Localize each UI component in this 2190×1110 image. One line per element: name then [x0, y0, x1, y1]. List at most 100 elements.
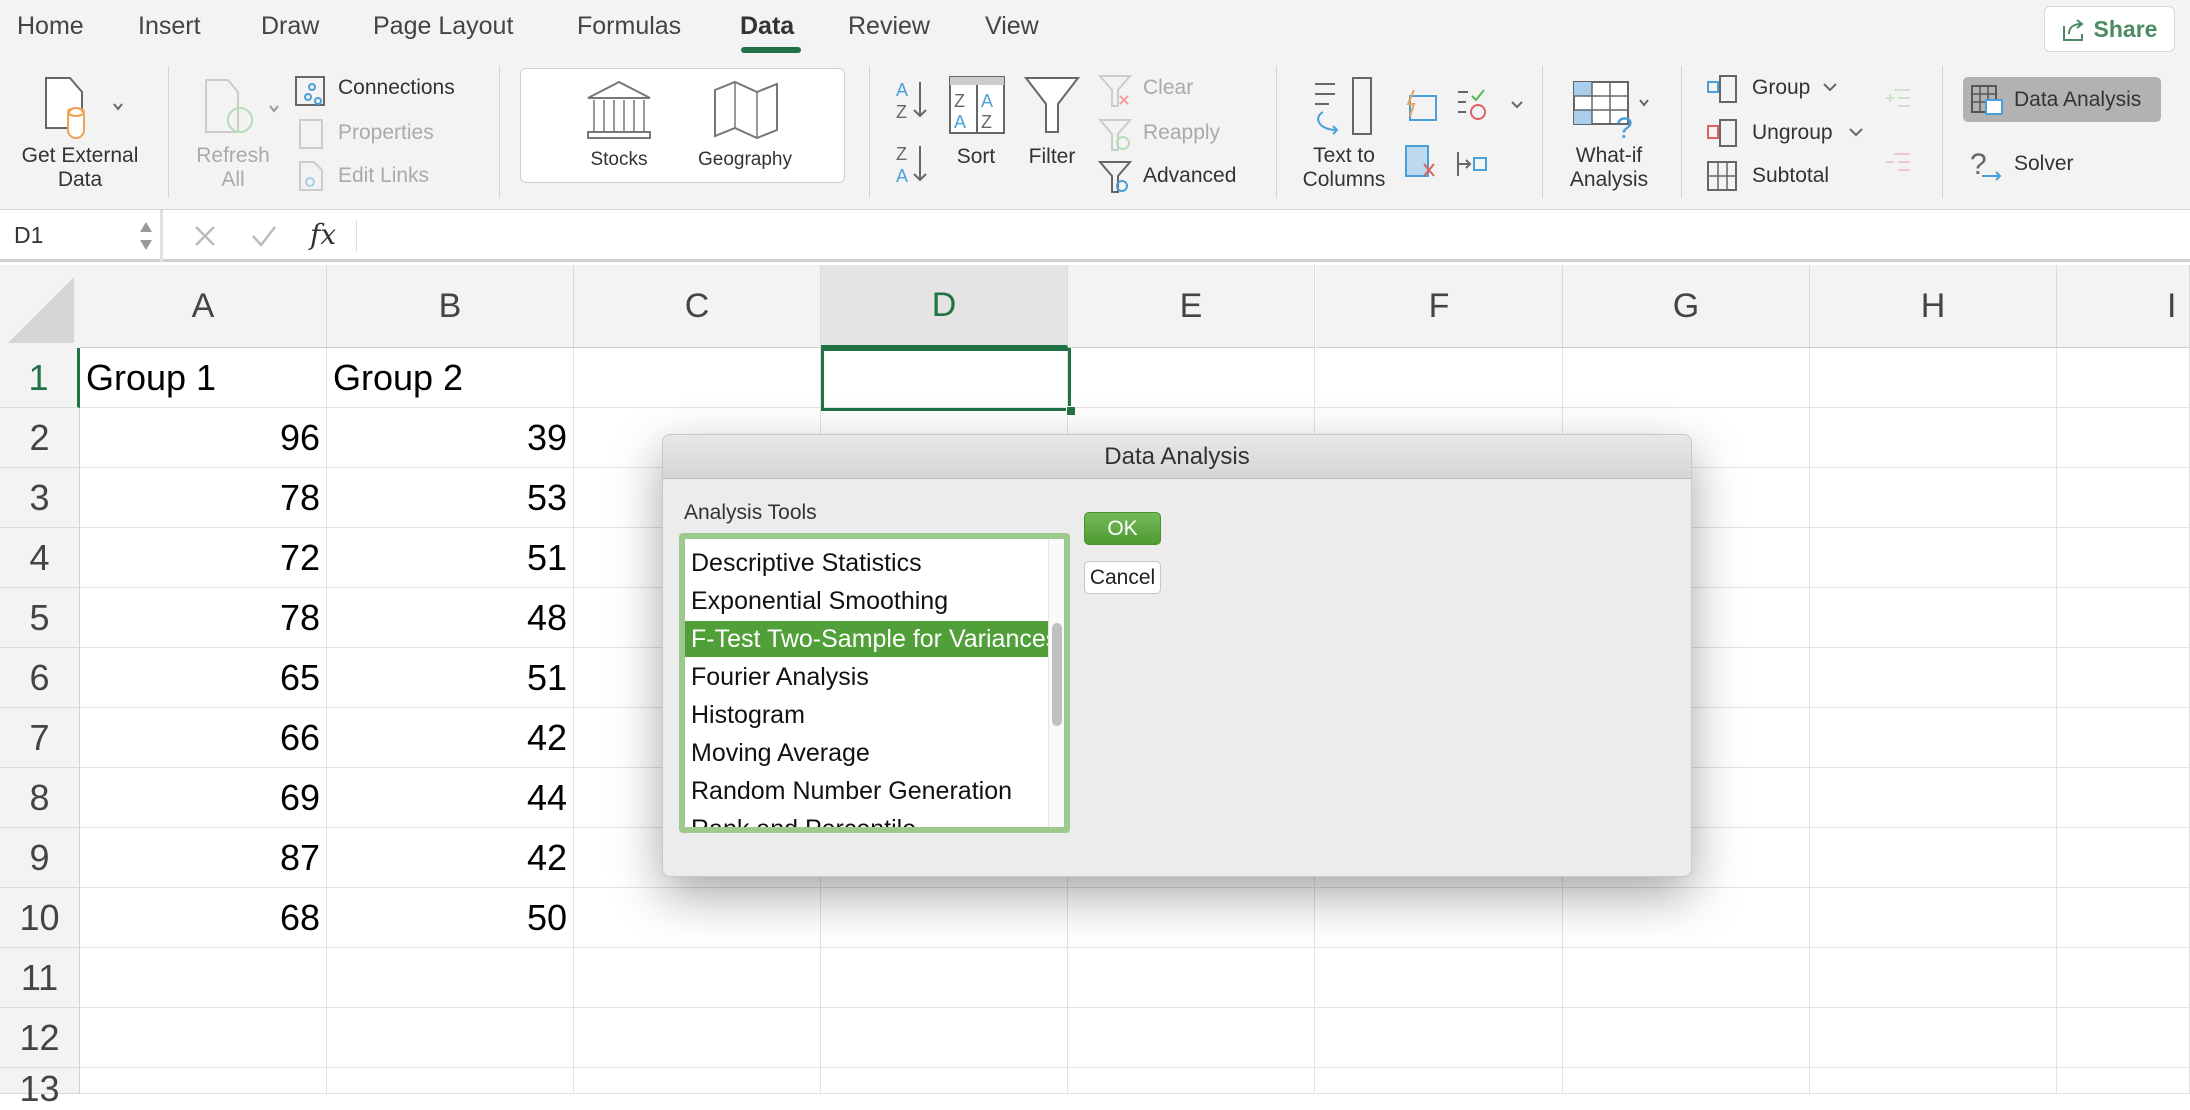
cell-C1[interactable] — [574, 348, 821, 408]
column-header-H[interactable]: H — [1810, 265, 2057, 348]
row-header[interactable]: 8 — [0, 768, 80, 828]
cell-B7[interactable]: 42 — [327, 708, 574, 768]
sort-button[interactable]: Sort — [957, 145, 996, 169]
cell-B5[interactable]: 48 — [327, 588, 574, 648]
analysis-tool-item[interactable]: Moving Average — [685, 735, 1054, 771]
cell-A4[interactable]: 72 — [80, 528, 327, 588]
column-header-C[interactable]: C — [574, 265, 821, 348]
cancel-edit-icon[interactable] — [193, 224, 217, 248]
cell-A7[interactable]: 66 — [80, 708, 327, 768]
row-header[interactable]: 4 — [0, 528, 80, 588]
column-header-I[interactable]: I — [2057, 265, 2190, 348]
select-all-button[interactable] — [0, 265, 80, 348]
remove-duplicates-icon[interactable] — [1404, 144, 1438, 180]
analysis-tool-item[interactable]: F-Test Two-Sample for Variances — [685, 621, 1058, 657]
cell-H6[interactable] — [1810, 648, 2057, 708]
cell-I7[interactable] — [2057, 708, 2190, 768]
cell-D13[interactable] — [821, 1068, 1068, 1094]
analysis-tool-item[interactable]: Exponential Smoothing — [685, 583, 1054, 619]
cell-H7[interactable] — [1810, 708, 2057, 768]
cell-H5[interactable] — [1810, 588, 2057, 648]
column-header-F[interactable]: F — [1316, 265, 1563, 348]
cell-F13[interactable] — [1316, 1068, 1563, 1094]
cell-A9[interactable]: 87 — [80, 828, 327, 888]
cell-E10[interactable] — [1068, 888, 1315, 948]
cell-H10[interactable] — [1810, 888, 2057, 948]
cell-A13[interactable] — [80, 1068, 327, 1094]
row-header[interactable]: 2 — [0, 408, 80, 468]
cell-B10[interactable]: 50 — [327, 888, 574, 948]
cell-I11[interactable] — [2057, 948, 2190, 1008]
sort-descending-icon[interactable]: ZA — [894, 142, 930, 186]
data-validation-icon[interactable] — [1456, 88, 1526, 124]
cell-E13[interactable] — [1068, 1068, 1315, 1094]
cell-I6[interactable] — [2057, 648, 2190, 708]
filter-button[interactable]: Filter — [1029, 145, 1076, 169]
group-button[interactable]: Group — [1752, 76, 1810, 100]
row-header[interactable]: 9 — [0, 828, 80, 888]
show-detail-icon[interactable] — [1884, 88, 1912, 112]
analysis-tool-item[interactable]: Random Number Generation — [685, 773, 1054, 809]
properties-button[interactable]: Properties — [338, 121, 434, 145]
cell-H1[interactable] — [1810, 348, 2057, 408]
row-header[interactable]: 3 — [0, 468, 80, 528]
share-button[interactable]: Share — [2044, 6, 2175, 52]
cell-B4[interactable]: 51 — [327, 528, 574, 588]
cell-B11[interactable] — [327, 948, 574, 1008]
cell-A11[interactable] — [80, 948, 327, 1008]
chevron-down-icon[interactable] — [1822, 82, 1838, 92]
column-header-D[interactable]: D — [821, 265, 1068, 348]
tab-insert[interactable]: Insert — [138, 12, 201, 41]
cancel-button[interactable]: Cancel — [1084, 561, 1161, 594]
cell-H11[interactable] — [1810, 948, 2057, 1008]
cell-B1[interactable]: Group 2 — [327, 348, 574, 408]
column-header-A[interactable]: A — [80, 265, 327, 348]
cell-A6[interactable]: 65 — [80, 648, 327, 708]
tab-review[interactable]: Review — [848, 12, 930, 41]
cell-H2[interactable] — [1810, 408, 2057, 468]
cell-B9[interactable]: 42 — [327, 828, 574, 888]
geography-button[interactable]: Geography — [698, 148, 792, 172]
cell-A1[interactable]: Group 1 — [80, 348, 327, 408]
cell-C13[interactable] — [574, 1068, 821, 1094]
insert-function-button[interactable]: fx — [310, 218, 336, 251]
column-header-B[interactable]: B — [327, 265, 574, 348]
edit-links-button[interactable]: Edit Links — [338, 164, 429, 188]
ok-button[interactable]: OK — [1084, 512, 1161, 545]
row-header[interactable]: 11 — [0, 948, 80, 1008]
cell-I10[interactable] — [2057, 888, 2190, 948]
list-scrollbar[interactable] — [1048, 539, 1064, 827]
cell-B8[interactable]: 44 — [327, 768, 574, 828]
ungroup-button[interactable]: Ungroup — [1752, 121, 1833, 145]
geography-icon[interactable] — [713, 80, 779, 140]
tab-formulas[interactable]: Formulas — [577, 12, 681, 41]
cell-E12[interactable] — [1068, 1008, 1315, 1068]
name-box[interactable]: D1 — [0, 210, 163, 262]
tab-data[interactable]: Data — [740, 12, 794, 41]
cell-G10[interactable] — [1563, 888, 1810, 948]
column-header-G[interactable]: G — [1563, 265, 1810, 348]
tab-home[interactable]: Home — [17, 12, 84, 41]
cell-B12[interactable] — [327, 1008, 574, 1068]
cell-H4[interactable] — [1810, 528, 2057, 588]
flash-fill-icon[interactable] — [1404, 88, 1438, 122]
cell-E11[interactable] — [1068, 948, 1315, 1008]
cell-F11[interactable] — [1316, 948, 1563, 1008]
cell-D11[interactable] — [821, 948, 1068, 1008]
row-header[interactable]: 7 — [0, 708, 80, 768]
row-header[interactable]: 1 — [0, 348, 80, 408]
analysis-tools-list[interactable]: Rank and Percentile Random Number Generat… — [679, 533, 1070, 833]
get-external-data-button[interactable]: Get External Data — [22, 144, 139, 192]
cell-I13[interactable] — [2057, 1068, 2190, 1094]
cell-H12[interactable] — [1810, 1008, 2057, 1068]
cell-I1[interactable] — [2057, 348, 2190, 408]
solver-button[interactable]: Solver — [2014, 152, 2074, 176]
cell-H13[interactable] — [1810, 1068, 2057, 1094]
cell-I4[interactable] — [2057, 528, 2190, 588]
cell-B13[interactable] — [327, 1068, 574, 1094]
row-header[interactable]: 12 — [0, 1008, 80, 1068]
cell-G12[interactable] — [1563, 1008, 1810, 1068]
cell-F10[interactable] — [1316, 888, 1563, 948]
cell-B2[interactable]: 39 — [327, 408, 574, 468]
cell-A10[interactable]: 68 — [80, 888, 327, 948]
